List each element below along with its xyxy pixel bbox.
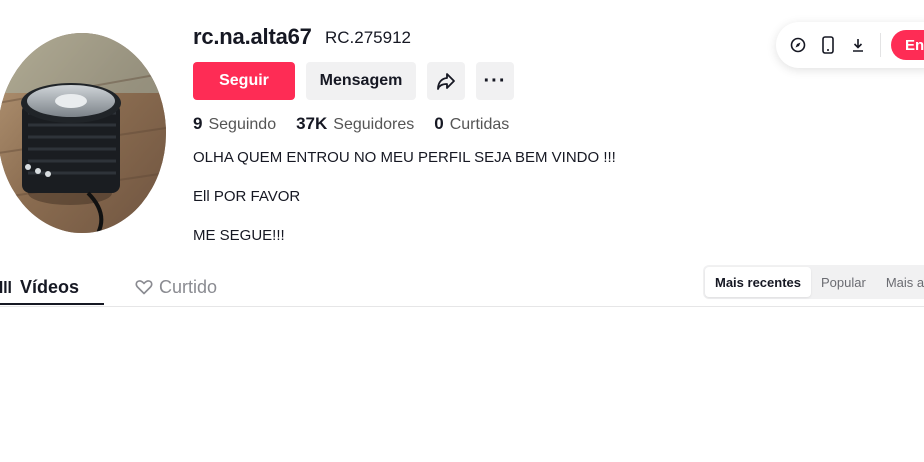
active-tab-indicator [0, 303, 104, 305]
floating-toolbar: Ent [776, 22, 924, 68]
more-icon: ··· [483, 69, 507, 92]
bio-line: Ell POR FAVOR [193, 188, 301, 205]
tab-liked-label: Curtido [159, 276, 218, 297]
mobile-icon[interactable] [818, 35, 838, 55]
toolbar-divider [880, 33, 881, 57]
followers-count: 37K [296, 114, 328, 133]
tab-liked[interactable]: Curtido [135, 268, 217, 306]
follow-button[interactable]: Seguir [193, 62, 295, 100]
share-button[interactable] [427, 62, 465, 100]
stat-followers[interactable]: 37K Seguidores [296, 114, 414, 134]
profile-bio: OLHA QUEM ENTROU NO MEU PERFIL SEJA BEM … [193, 148, 616, 265]
likes-label: Curtidas [449, 116, 510, 133]
sort-control: Mais recentes Popular Mais ant [703, 265, 924, 299]
more-options-button[interactable]: ··· [476, 62, 514, 100]
download-icon[interactable] [848, 35, 868, 55]
compass-icon[interactable] [788, 35, 808, 55]
stat-following[interactable]: 9 Seguindo [193, 114, 276, 134]
followers-label: Seguidores [333, 116, 415, 133]
message-button[interactable]: Mensagem [306, 62, 416, 100]
tab-videos[interactable]: Vídeos [0, 268, 104, 306]
sort-oldest[interactable]: Mais ant [876, 267, 924, 297]
following-count: 9 [193, 114, 203, 133]
likes-count: 0 [434, 114, 444, 133]
grid-icon [0, 281, 11, 293]
sort-latest[interactable]: Mais recentes [705, 267, 811, 297]
tab-videos-label: Vídeos [20, 276, 80, 297]
tabs-divider [0, 306, 924, 307]
heart-outline-icon [135, 280, 153, 295]
bio-line: OLHA QUEM ENTROU NO MEU PERFIL SEJA BEM … [193, 149, 616, 166]
login-button[interactable]: Ent [891, 30, 924, 60]
sort-popular[interactable]: Popular [811, 267, 876, 297]
username: rc.na.alta67 [193, 24, 312, 49]
following-label: Seguindo [208, 116, 277, 133]
stat-likes: 0 Curtidas [434, 114, 509, 134]
profile-stats: 9 Seguindo 37K Seguidores 0 Curtidas [193, 114, 509, 134]
speaker-photo [0, 33, 166, 233]
profile-avatar[interactable] [0, 33, 166, 233]
share-icon [437, 73, 455, 90]
bio-line: ME SEGUE!!! [193, 227, 285, 244]
nickname: RC.275912 [325, 28, 412, 47]
